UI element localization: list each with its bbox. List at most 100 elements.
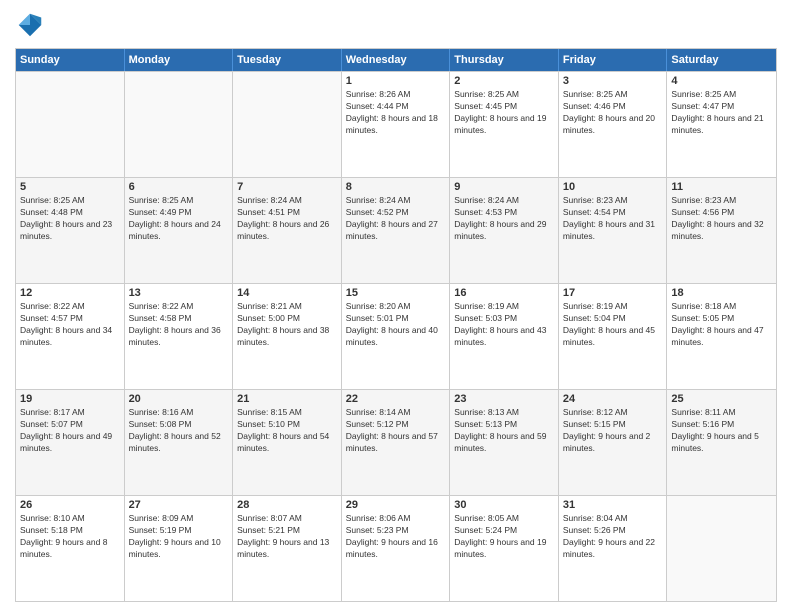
day-number: 21 [237, 393, 337, 405]
day-number: 29 [346, 499, 446, 511]
calendar-header: SundayMondayTuesdayWednesdayThursdayFrid… [16, 49, 776, 71]
calendar-header-friday: Friday [559, 49, 668, 71]
day-number: 5 [20, 181, 120, 193]
calendar-cell-empty-2 [233, 72, 342, 177]
calendar-cell-17: 17 Sunrise: 8:19 AMSunset: 5:04 PMDayligh… [559, 284, 668, 389]
cell-info: Sunrise: 8:26 AMSunset: 4:44 PMDaylight:… [346, 89, 446, 137]
calendar-cell-10: 10 Sunrise: 8:23 AMSunset: 4:54 PMDayligh… [559, 178, 668, 283]
calendar-cell-14: 14 Sunrise: 8:21 AMSunset: 5:00 PMDayligh… [233, 284, 342, 389]
calendar-cell-8: 8 Sunrise: 8:24 AMSunset: 4:52 PMDaylight… [342, 178, 451, 283]
calendar-header-monday: Monday [125, 49, 234, 71]
calendar-cell-12: 12 Sunrise: 8:22 AMSunset: 4:57 PMDayligh… [16, 284, 125, 389]
header [15, 10, 777, 40]
cell-info: Sunrise: 8:18 AMSunset: 5:05 PMDaylight:… [671, 301, 772, 349]
day-number: 4 [671, 75, 772, 87]
day-number: 8 [346, 181, 446, 193]
calendar-cell-27: 27 Sunrise: 8:09 AMSunset: 5:19 PMDayligh… [125, 496, 234, 601]
cell-info: Sunrise: 8:16 AMSunset: 5:08 PMDaylight:… [129, 407, 229, 455]
calendar-cell-11: 11 Sunrise: 8:23 AMSunset: 4:56 PMDayligh… [667, 178, 776, 283]
cell-info: Sunrise: 8:17 AMSunset: 5:07 PMDaylight:… [20, 407, 120, 455]
cell-info: Sunrise: 8:07 AMSunset: 5:21 PMDaylight:… [237, 513, 337, 561]
cell-info: Sunrise: 8:25 AMSunset: 4:47 PMDaylight:… [671, 89, 772, 137]
calendar-header-thursday: Thursday [450, 49, 559, 71]
day-number: 19 [20, 393, 120, 405]
cell-info: Sunrise: 8:19 AMSunset: 5:04 PMDaylight:… [563, 301, 663, 349]
calendar-week-4: 19 Sunrise: 8:17 AMSunset: 5:07 PMDayligh… [16, 389, 776, 495]
cell-info: Sunrise: 8:22 AMSunset: 4:57 PMDaylight:… [20, 301, 120, 349]
calendar-cell-4: 4 Sunrise: 8:25 AMSunset: 4:47 PMDaylight… [667, 72, 776, 177]
cell-info: Sunrise: 8:06 AMSunset: 5:23 PMDaylight:… [346, 513, 446, 561]
calendar-cell-5: 5 Sunrise: 8:25 AMSunset: 4:48 PMDaylight… [16, 178, 125, 283]
page: SundayMondayTuesdayWednesdayThursdayFrid… [0, 0, 792, 612]
calendar-cell-23: 23Sunrise: 8:13 AMSunset: 5:13 PMDayligh… [450, 390, 559, 495]
calendar-cell-24: 24 Sunrise: 8:12 AMSunset: 5:15 PMDayligh… [559, 390, 668, 495]
cell-info: Sunrise: 8:23 AMSunset: 4:56 PMDaylight:… [671, 195, 772, 243]
calendar-cell-7: 7 Sunrise: 8:24 AMSunset: 4:51 PMDaylight… [233, 178, 342, 283]
cell-info: Sunrise: 8:13 AMSunset: 5:13 PMDaylight:… [454, 407, 554, 455]
calendar-header-wednesday: Wednesday [342, 49, 451, 71]
calendar-week-5: 26Sunrise: 8:10 AMSunset: 5:18 PMDayligh… [16, 495, 776, 601]
day-number: 7 [237, 181, 337, 193]
calendar-cell-empty-6 [667, 496, 776, 601]
day-number: 10 [563, 181, 663, 193]
day-number: 17 [563, 287, 663, 299]
calendar-header-sunday: Sunday [16, 49, 125, 71]
cell-info: Sunrise: 8:21 AMSunset: 5:00 PMDaylight:… [237, 301, 337, 349]
cell-info: Sunrise: 8:24 AMSunset: 4:52 PMDaylight:… [346, 195, 446, 243]
calendar-cell-18: 18Sunrise: 8:18 AMSunset: 5:05 PMDayligh… [667, 284, 776, 389]
cell-info: Sunrise: 8:09 AMSunset: 5:19 PMDaylight:… [129, 513, 229, 561]
cell-info: Sunrise: 8:25 AMSunset: 4:48 PMDaylight:… [20, 195, 120, 243]
calendar-week-2: 5 Sunrise: 8:25 AMSunset: 4:48 PMDaylight… [16, 177, 776, 283]
calendar-cell-19: 19 Sunrise: 8:17 AMSunset: 5:07 PMDayligh… [16, 390, 125, 495]
calendar-cell-22: 22 Sunrise: 8:14 AMSunset: 5:12 PMDayligh… [342, 390, 451, 495]
day-number: 12 [20, 287, 120, 299]
calendar-cell-25: 25 Sunrise: 8:11 AMSunset: 5:16 PMDayligh… [667, 390, 776, 495]
calendar-cell-empty-1 [125, 72, 234, 177]
cell-info: Sunrise: 8:15 AMSunset: 5:10 PMDaylight:… [237, 407, 337, 455]
cell-info: Sunrise: 8:24 AMSunset: 4:53 PMDaylight:… [454, 195, 554, 243]
day-number: 22 [346, 393, 446, 405]
cell-info: Sunrise: 8:23 AMSunset: 4:54 PMDaylight:… [563, 195, 663, 243]
calendar-cell-29: 29 Sunrise: 8:06 AMSunset: 5:23 PMDayligh… [342, 496, 451, 601]
cell-info: Sunrise: 8:12 AMSunset: 5:15 PMDaylight:… [563, 407, 663, 455]
logo [15, 10, 49, 40]
cell-info: Sunrise: 8:25 AMSunset: 4:45 PMDaylight:… [454, 89, 554, 137]
cell-info: Sunrise: 8:25 AMSunset: 4:46 PMDaylight:… [563, 89, 663, 137]
cell-info: Sunrise: 8:24 AMSunset: 4:51 PMDaylight:… [237, 195, 337, 243]
day-number: 30 [454, 499, 554, 511]
calendar-cell-empty-0 [16, 72, 125, 177]
calendar-body: 1Sunrise: 8:26 AMSunset: 4:44 PMDaylight… [16, 71, 776, 601]
day-number: 27 [129, 499, 229, 511]
day-number: 15 [346, 287, 446, 299]
calendar-week-1: 1Sunrise: 8:26 AMSunset: 4:44 PMDaylight… [16, 71, 776, 177]
day-number: 24 [563, 393, 663, 405]
day-number: 14 [237, 287, 337, 299]
calendar-cell-6: 6Sunrise: 8:25 AMSunset: 4:49 PMDaylight… [125, 178, 234, 283]
day-number: 2 [454, 75, 554, 87]
calendar-cell-16: 16Sunrise: 8:19 AMSunset: 5:03 PMDayligh… [450, 284, 559, 389]
calendar-cell-15: 15Sunrise: 8:20 AMSunset: 5:01 PMDayligh… [342, 284, 451, 389]
calendar-cell-26: 26Sunrise: 8:10 AMSunset: 5:18 PMDayligh… [16, 496, 125, 601]
calendar-cell-1: 1Sunrise: 8:26 AMSunset: 4:44 PMDaylight… [342, 72, 451, 177]
cell-info: Sunrise: 8:05 AMSunset: 5:24 PMDaylight:… [454, 513, 554, 561]
calendar-cell-28: 28Sunrise: 8:07 AMSunset: 5:21 PMDayligh… [233, 496, 342, 601]
calendar-cell-21: 21 Sunrise: 8:15 AMSunset: 5:10 PMDayligh… [233, 390, 342, 495]
cell-info: Sunrise: 8:04 AMSunset: 5:26 PMDaylight:… [563, 513, 663, 561]
calendar-week-3: 12 Sunrise: 8:22 AMSunset: 4:57 PMDayligh… [16, 283, 776, 389]
cell-info: Sunrise: 8:14 AMSunset: 5:12 PMDaylight:… [346, 407, 446, 455]
calendar-cell-31: 31Sunrise: 8:04 AMSunset: 5:26 PMDayligh… [559, 496, 668, 601]
day-number: 20 [129, 393, 229, 405]
day-number: 11 [671, 181, 772, 193]
day-number: 9 [454, 181, 554, 193]
day-number: 3 [563, 75, 663, 87]
day-number: 13 [129, 287, 229, 299]
cell-info: Sunrise: 8:19 AMSunset: 5:03 PMDaylight:… [454, 301, 554, 349]
day-number: 25 [671, 393, 772, 405]
calendar-header-saturday: Saturday [667, 49, 776, 71]
calendar-cell-3: 3 Sunrise: 8:25 AMSunset: 4:46 PMDaylight… [559, 72, 668, 177]
calendar: SundayMondayTuesdayWednesdayThursdayFrid… [15, 48, 777, 602]
calendar-cell-2: 2 Sunrise: 8:25 AMSunset: 4:45 PMDaylight… [450, 72, 559, 177]
cell-info: Sunrise: 8:11 AMSunset: 5:16 PMDaylight:… [671, 407, 772, 455]
day-number: 26 [20, 499, 120, 511]
calendar-header-tuesday: Tuesday [233, 49, 342, 71]
